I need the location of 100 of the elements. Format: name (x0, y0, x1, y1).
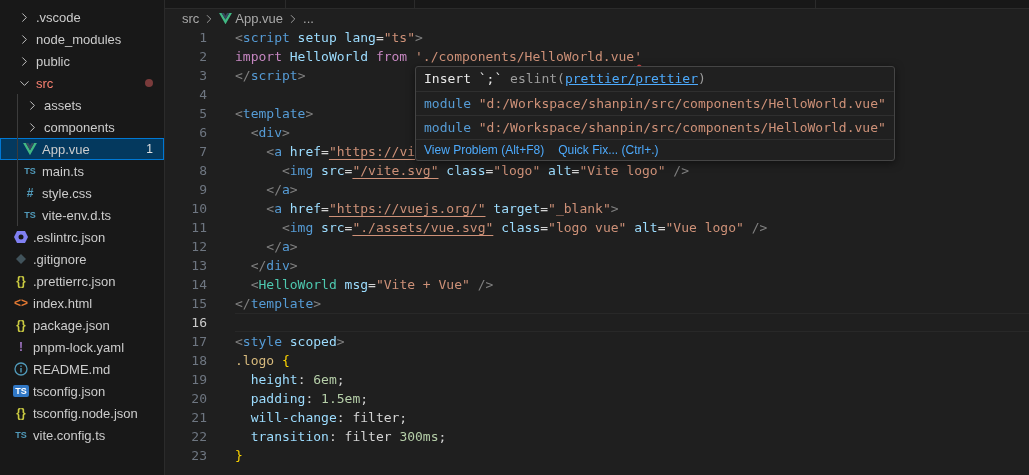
file-name: public (36, 53, 71, 69)
line-number: 17 (190, 333, 207, 351)
file-item[interactable]: .eslintrc.json (0, 226, 164, 248)
file-name: .vscode (36, 9, 82, 25)
file-item[interactable]: TS vite.config.ts (0, 424, 164, 446)
line-number: 16 (190, 314, 207, 332)
line-number: 20 (190, 390, 207, 408)
line-number: 7 (198, 143, 207, 161)
line-number: 12 (190, 238, 207, 256)
line-number: 18 (190, 352, 207, 370)
line-number: 19 (190, 371, 207, 389)
file-name: vite-env.d.ts (42, 207, 113, 223)
file-name: style.css (42, 185, 93, 201)
file-item[interactable]: <> index.html (0, 292, 164, 314)
file-item[interactable]: {} package.json (0, 314, 164, 336)
file-name: index.html (33, 295, 94, 311)
folder-item[interactable]: node_modules (0, 28, 164, 50)
css-file-icon: # (22, 186, 38, 200)
vue-icon (23, 142, 37, 156)
code-line: </script> (235, 67, 306, 85)
line-number: 14 (190, 276, 207, 294)
file-name: tsconfig.json (33, 383, 107, 399)
file-name: vite.config.ts (33, 427, 107, 443)
folder-item[interactable]: components (0, 116, 164, 138)
breadcrumb-item[interactable]: ... (303, 11, 314, 26)
file-item[interactable]: TS tsconfig.json (0, 380, 164, 402)
file-name: README.md (33, 361, 112, 377)
line-number: 2 (198, 48, 207, 66)
problem-message: Insert `;` eslint(prettier/prettier) (416, 67, 894, 92)
code-line: .logo { (235, 352, 290, 370)
file-name: main.ts (42, 163, 85, 179)
html-file-icon: <> (13, 296, 29, 310)
code-line: padding: 1.5em; (249, 390, 369, 408)
folder-item[interactable]: assets (0, 94, 164, 116)
json-file-icon: {} (13, 274, 29, 288)
code-line: </a> (265, 238, 298, 256)
file-item[interactable]: .gitignore (0, 248, 164, 270)
file-item[interactable]: {} tsconfig.node.json (0, 402, 164, 424)
tsconfig-file-icon: TS (13, 385, 29, 397)
json-file-icon: {} (13, 406, 29, 420)
yaml-file-icon: ! (13, 340, 29, 354)
action-link[interactable]: View Problem (Alt+F8) (424, 143, 545, 157)
file-item[interactable]: TS main.ts (0, 160, 164, 182)
line-number: 3 (198, 67, 207, 85)
json-file-icon: {} (13, 318, 29, 332)
code-line: transition: filter 300ms; (249, 428, 447, 446)
action-link[interactable]: Quick Fix... (Ctrl+.) (558, 143, 659, 157)
file-item[interactable]: README.md (0, 358, 164, 380)
file-item[interactable]: App.vue 1 (0, 138, 164, 160)
ts-file-icon: TS (22, 210, 38, 220)
line-number: 9 (198, 181, 207, 199)
ts-file-icon: TS (22, 166, 38, 176)
line-number: 13 (190, 257, 207, 275)
line-number: 22 (190, 428, 207, 446)
line-number: 5 (198, 105, 207, 123)
code-line: <a href="https://vuejs.org/" target="_blank"> (265, 200, 619, 218)
code-line: <img src="/vite.svg" class="logo" alt="Vite logo" /> (280, 162, 689, 180)
line-number: 1 (198, 29, 207, 47)
file-name: App.vue (42, 141, 91, 157)
folder-item[interactable]: src (0, 72, 164, 94)
line-number: 6 (198, 124, 207, 142)
file-item[interactable]: TS vite-env.d.ts (0, 204, 164, 226)
file-name: .prettierrc.json (33, 273, 117, 289)
file-name: tsconfig.node.json (33, 405, 139, 421)
line-number: 23 (190, 447, 207, 465)
file-name: node_modules (36, 31, 123, 47)
code-line: <div> (249, 124, 290, 142)
file-item[interactable]: # style.css (0, 182, 164, 204)
file-name: components (44, 119, 116, 135)
code-line: </template> (235, 295, 322, 313)
code-line: </a> (265, 181, 298, 199)
line-number: 10 (190, 200, 207, 218)
code-line: <style scoped> (235, 333, 345, 351)
code-line: </div> (249, 257, 298, 275)
line-number: 11 (190, 219, 207, 237)
code-line: <img src="./assets/vue.svg" class="logo vue" alt="Vue logo" /> (280, 219, 768, 237)
vue-icon (219, 12, 233, 25)
file-item[interactable]: {} .prettierrc.json (0, 270, 164, 292)
line-number: 8 (198, 162, 207, 180)
rule-link[interactable]: prettier/prettier (564, 71, 698, 86)
code-line: <HelloWorld msg="Vite + Vue" /> (249, 276, 494, 294)
file-item[interactable]: ! pnpm-lock.yaml (0, 336, 164, 358)
hexagon-icon (13, 230, 29, 244)
file-name: package.json (33, 317, 111, 333)
code-line: height: 6em; (249, 371, 345, 389)
file-name: pnpm-lock.yaml (33, 339, 126, 355)
file-name: src (36, 75, 55, 91)
code-line: <a href="https://vi (265, 143, 416, 161)
line-number: 21 (190, 409, 207, 427)
line-number: 4 (198, 86, 207, 104)
breadcrumb-item[interactable]: App.vue (235, 11, 284, 26)
breadcrumb-item[interactable]: src (182, 11, 200, 26)
problem-count: 1 (146, 142, 153, 156)
ts-file-icon: TS (13, 430, 29, 440)
folder-item[interactable]: public (0, 50, 164, 72)
problem-dot (145, 79, 153, 87)
code-line: <template> (235, 105, 314, 123)
info-icon (13, 362, 29, 376)
folder-item[interactable]: .vscode (0, 6, 164, 28)
code-line: import HelloWorld from './components/HelloWorld.vue' (235, 48, 642, 66)
